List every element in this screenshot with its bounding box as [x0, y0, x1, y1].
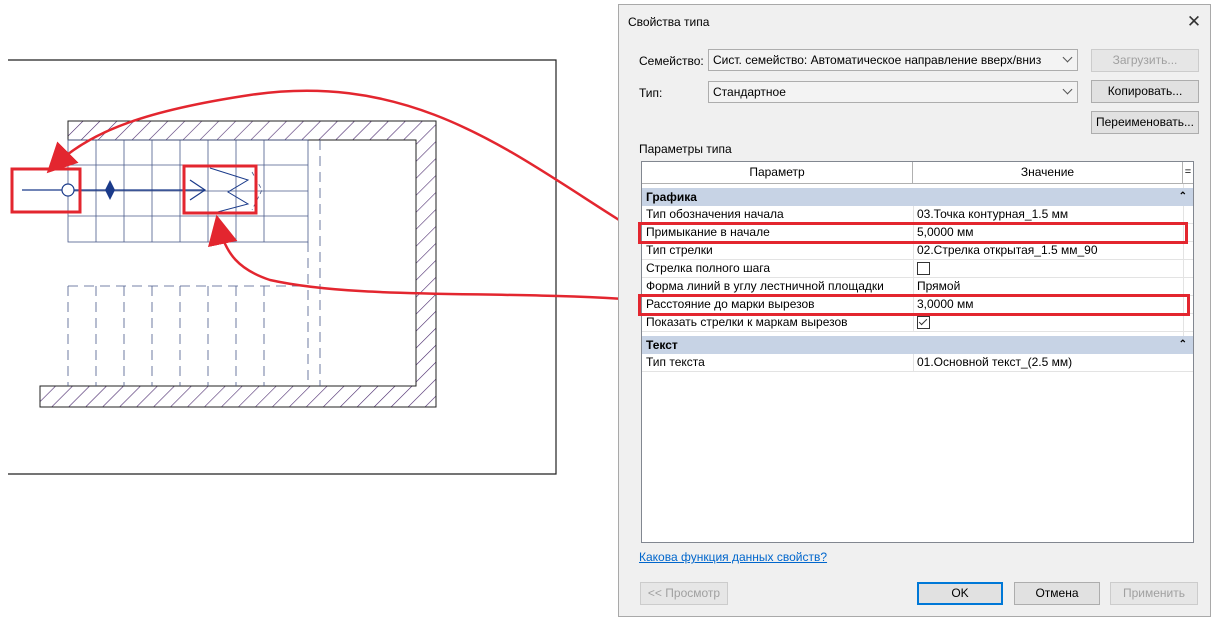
- duplicate-button[interactable]: Копировать...: [1091, 80, 1199, 103]
- param-value[interactable]: 03.Точка контурная_1.5 мм: [913, 206, 1188, 223]
- parameters-table: Параметр Значение = Графика ⌃ Тип обозна…: [641, 161, 1194, 543]
- family-select[interactable]: Сист. семейство: Автоматическое направле…: [708, 49, 1078, 71]
- table-row[interactable]: Тип текста 01.Основной текст_(2.5 мм): [642, 354, 1193, 372]
- table-row[interactable]: Тип стрелки 02.Стрелка открытая_1.5 мм_9…: [642, 242, 1193, 260]
- param-name: Показать стрелки к маркам вырезов: [646, 315, 848, 329]
- load-button[interactable]: Загрузить...: [1091, 49, 1199, 72]
- type-parameters-label: Параметры типа: [639, 142, 732, 156]
- param-name: Стрелка полного шага: [646, 261, 771, 275]
- dialog-title: Свойства типа: [628, 15, 710, 29]
- preview-button[interactable]: << Просмотр: [640, 582, 728, 605]
- column-header-parameter[interactable]: Параметр: [642, 162, 913, 184]
- chevron-down-icon: [1062, 84, 1073, 95]
- table-row[interactable]: Показать стрелки к маркам вырезов: [642, 314, 1193, 332]
- type-value: Стандартное: [713, 85, 786, 99]
- highlight-row-cut-distance: [638, 294, 1190, 316]
- group-header-text[interactable]: Текст ⌃: [642, 336, 1193, 354]
- help-link[interactable]: Какова функция данных свойств?: [639, 550, 827, 564]
- group-name: Текст: [646, 338, 678, 352]
- show-cut-arrows-checkbox[interactable]: [917, 316, 930, 329]
- apply-button[interactable]: Применить: [1110, 582, 1198, 605]
- full-step-arrow-checkbox[interactable]: [917, 262, 930, 275]
- param-name: Тип обозначения начала: [646, 207, 784, 221]
- param-value[interactable]: [913, 314, 1188, 331]
- callout-arrow-1: [46, 89, 620, 223]
- family-value: Сист. семейство: Автоматическое направле…: [713, 53, 1042, 67]
- table-row[interactable]: Стрелка полного шага: [642, 260, 1193, 278]
- stair-grid: [67, 139, 309, 243]
- column-header-sort[interactable]: =: [1183, 162, 1193, 184]
- cancel-button[interactable]: Отмена: [1014, 582, 1100, 605]
- rename-button[interactable]: Переименовать...: [1091, 111, 1199, 134]
- param-value[interactable]: 01.Основной текст_(2.5 мм): [913, 354, 1188, 371]
- type-label: Тип:: [639, 86, 663, 100]
- collapse-icon[interactable]: ⌃: [1179, 188, 1187, 206]
- wall-hatch: [39, 120, 437, 408]
- param-value[interactable]: [913, 260, 1188, 277]
- highlight-row-start-offset: [638, 222, 1188, 244]
- column-header-value[interactable]: Значение: [913, 162, 1183, 184]
- param-value[interactable]: 02.Стрелка открытая_1.5 мм_90: [913, 242, 1188, 259]
- close-icon[interactable]: ✕: [1185, 13, 1203, 31]
- chevron-down-icon: [1062, 52, 1073, 63]
- group-header-graphics[interactable]: Графика ⌃: [642, 188, 1193, 206]
- group-name: Графика: [646, 190, 697, 204]
- start-dot: [61, 183, 75, 197]
- type-select[interactable]: Стандартное: [708, 81, 1078, 103]
- type-properties-dialog: Свойства типа ✕ Семейство: Сист. семейст…: [618, 4, 1211, 617]
- family-label: Семейство:: [639, 54, 704, 68]
- dashed-treads: [67, 140, 321, 386]
- param-name: Форма линий в углу лестничной площадки: [646, 279, 884, 293]
- ok-button[interactable]: OK: [917, 582, 1003, 605]
- param-value[interactable]: Прямой: [913, 278, 1188, 295]
- param-name: Тип стрелки: [646, 243, 713, 257]
- stair-plan-drawing: [8, 59, 620, 475]
- collapse-icon[interactable]: ⌃: [1179, 336, 1187, 354]
- param-name: Тип текста: [646, 355, 705, 369]
- direction-arrows: [105, 180, 115, 200]
